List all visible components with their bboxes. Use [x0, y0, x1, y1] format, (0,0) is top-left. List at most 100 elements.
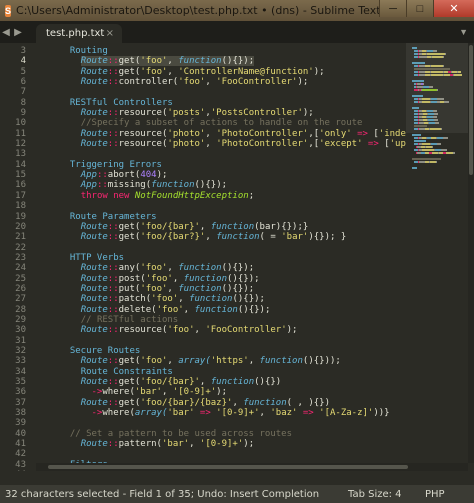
close-button[interactable]: ✕: [433, 0, 474, 17]
tab-nav-left-icon[interactable]: ◀: [0, 27, 12, 38]
minimap-mark: [441, 128, 442, 130]
code-token: ,: [183, 304, 195, 315]
code-line: Route::get('foo', function(){});: [59, 56, 406, 67]
code-lines: Routing Route::get('foo', function(){});…: [59, 46, 406, 463]
code-line: Route::any('foo', function(){});: [59, 263, 406, 273]
minimize-button[interactable]: ─: [379, 0, 406, 17]
code-token: App: [80, 170, 97, 181]
maximize-button[interactable]: □: [406, 0, 433, 17]
code-token: get(: [118, 66, 141, 77]
code-token: =>: [351, 128, 374, 139]
vertical-scroll-thumb[interactable]: [469, 45, 473, 175]
code-token: where(: [102, 387, 135, 398]
code-editor[interactable]: Routing Route::get('foo', function(){});…: [36, 43, 406, 463]
line-number: 41: [15, 439, 26, 450]
minimap-mark: [433, 50, 437, 52]
tab-dropdown-icon[interactable]: ▼: [459, 27, 468, 37]
code-token: ,[: [308, 139, 320, 150]
code-token: Route Constraints: [80, 366, 173, 377]
tab-size-indicator[interactable]: Tab Size: 4: [348, 489, 402, 500]
code-token: ){}); }: [308, 232, 347, 243]
minimap-mark: [443, 65, 444, 67]
code-token: ,: [167, 283, 179, 294]
minimap-mark: [431, 65, 443, 67]
code-token: function: [259, 356, 303, 367]
code-line: Route::get('foo/{bar}', function(bar){})…: [59, 222, 406, 232]
minimap-mark: [422, 101, 430, 103]
code-token: 'foo/{bar}/{baz}': [140, 397, 233, 408]
code-token: ,: [259, 408, 271, 419]
code-token: get(: [118, 221, 141, 232]
code-token: ::: [107, 325, 119, 336]
code-token: 'foo': [167, 325, 195, 336]
code-token: Routing: [69, 46, 108, 56]
code-token: function: [210, 221, 255, 232]
line-number: 20: [15, 221, 26, 232]
code-line: ->where(array('bar' => '[0-9]+', 'baz' =…: [59, 408, 406, 418]
code-line: Route::get('foo', array('https', functio…: [59, 356, 406, 366]
code-line: Route::patch('foo', function(){});: [59, 294, 406, 304]
code-token: missing(: [107, 180, 152, 191]
tab-close-icon[interactable]: ×: [106, 28, 114, 39]
code-token: ,: [205, 139, 217, 150]
tab-test-php[interactable]: test.php.txt ×: [36, 24, 122, 43]
code-token: );: [156, 170, 168, 181]
code-line: Secure Routes: [59, 346, 406, 356]
line-number: 13: [15, 149, 26, 160]
minimap[interactable]: [406, 43, 468, 463]
code-token: (){});: [221, 263, 255, 274]
code-token: ::: [107, 232, 119, 243]
code-token: 404: [140, 170, 157, 181]
code-token: get(: [118, 397, 141, 408]
sublime-window: S C:\Users\Administrator\Desktop\test.ph…: [0, 0, 474, 503]
code-token: get(: [118, 56, 141, 67]
code-token: ::: [107, 128, 119, 139]
code-token: ,[: [308, 128, 320, 139]
code-line: RESTful Controllers: [59, 98, 406, 108]
code-token: ::: [107, 397, 119, 408]
syntax-indicator[interactable]: PHP: [425, 489, 445, 500]
code-token: Route: [80, 325, 108, 336]
line-number: 7: [20, 87, 26, 98]
minimap-mark: [422, 143, 430, 145]
line-numbers: 3 4 5 6 7 8 9 10 11 12 13 14 15 16 17 18 19 20 21 22 23 24 25 2…: [15, 46, 26, 480]
minimap-mark: [445, 53, 446, 55]
code-token: 'posts': [167, 108, 206, 119]
line-number: 15: [15, 170, 26, 181]
code-token: Route: [80, 356, 108, 367]
code-token: 'foo/{bar}': [140, 221, 200, 232]
horizontal-scrollbar[interactable]: [36, 463, 468, 471]
line-number-gutter[interactable]: 3 4 5 6 7 8 9 10 11 12 13 14 15 16 17 18 19 20 21 22 23 24 25 2…: [0, 43, 36, 480]
line-number: 33: [15, 356, 26, 367]
code-token: Triggering Errors: [69, 159, 162, 170]
code-token: ,: [167, 56, 179, 67]
code-token: ::: [107, 283, 119, 294]
vertical-scrollbar[interactable]: [468, 43, 474, 463]
code-token: Route: [80, 77, 108, 88]
code-token: );: [216, 387, 228, 398]
tab-nav-right-icon[interactable]: ▶: [12, 27, 24, 38]
code-token: ,: [178, 294, 190, 305]
line-number: 29: [15, 314, 26, 325]
code-line: Route::get('foo/{bar?}', function( = 'ba…: [59, 232, 406, 242]
minimap-mark: [419, 56, 427, 58]
minimap-mark: [412, 167, 417, 169]
minimap-mark: [446, 152, 453, 154]
code-token: =>: [362, 139, 385, 150]
minimap-mark: [444, 101, 449, 103]
code-token: '[0-9]+': [172, 387, 217, 398]
horizontal-scroll-thumb[interactable]: [48, 465, 408, 469]
title-bar[interactable]: S C:\Users\Administrator\Desktop\test.ph…: [0, 0, 474, 21]
line-number: 19: [15, 211, 26, 222]
code-token: 'foo': [140, 56, 168, 67]
code-line: Route::post('foo', function(){});: [59, 274, 406, 284]
code-token: Route: [80, 397, 108, 408]
code-token: ::: [107, 294, 119, 305]
